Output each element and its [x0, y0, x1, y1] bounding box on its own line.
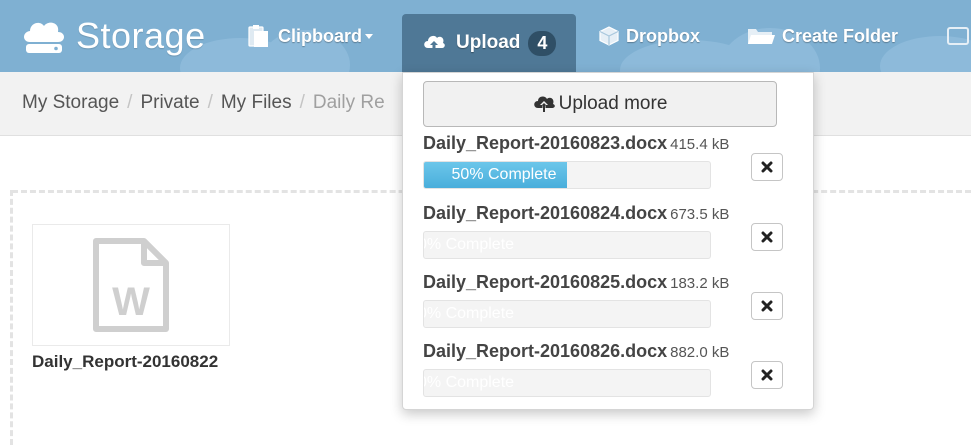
svg-text:W: W [112, 280, 150, 324]
clipboard-icon [248, 25, 268, 47]
brand-name: Storage [76, 15, 206, 56]
top-bar: Storage Clipboard Upload 4 Dropbox Creat… [0, 0, 971, 72]
progress-label: 0% Complete [423, 374, 515, 391]
nav-clipboard[interactable]: Clipboard [246, 22, 373, 50]
nav-create-folder-label: Create Folder [782, 25, 899, 46]
storage-cloud-icon [24, 22, 64, 53]
cloud-upload-icon [533, 96, 555, 112]
upload-more-button[interactable]: Upload more [423, 81, 777, 127]
remove-upload-button[interactable] [751, 223, 783, 251]
progress-label: 0% Complete [423, 305, 515, 322]
remove-upload-button[interactable] [751, 153, 783, 181]
breadcrumb-my-files[interactable]: My Files [221, 92, 292, 113]
drop-zone-border-left [10, 190, 13, 445]
upload-item-size: 673.5 kB [670, 206, 730, 223]
upload-item-name: Daily_Report-20160824.docx [423, 203, 668, 223]
upload-item-size: 183.2 kB [670, 275, 730, 292]
upload-item: Daily_Report-20160826.docx 882.0 kB 0% Co… [423, 341, 793, 403]
breadcrumb-private[interactable]: Private [140, 92, 199, 113]
dropbox-cube-icon [599, 26, 619, 46]
remove-upload-button[interactable] [751, 361, 783, 389]
breadcrumb-my-storage[interactable]: My Storage [22, 92, 119, 113]
file-thumbnail[interactable]: W [32, 224, 230, 346]
upload-item-size: 882.0 kB [670, 344, 730, 361]
upload-count-badge: 4 [528, 30, 557, 56]
breadcrumb-separator: / [127, 92, 133, 113]
upload-progress-bar: 50% Complete [423, 161, 711, 189]
upload-item: Daily_Report-20160825.docx 183.2 kB 0% Co… [423, 272, 793, 334]
nav-dropbox[interactable]: Dropbox [598, 22, 700, 50]
nav-clipboard-label: Clipboard [278, 25, 362, 46]
close-icon [761, 231, 773, 243]
upload-progress-bar: 0% Complete [423, 369, 711, 397]
breadcrumb-current: Daily Re [312, 92, 385, 113]
nav-more[interactable] [946, 22, 971, 50]
upload-progress-bar: 0% Complete [423, 300, 711, 328]
word-document-icon: W [93, 238, 169, 332]
chevron-down-icon [365, 33, 373, 39]
file-name[interactable]: Daily_Report-20160822 [32, 352, 218, 372]
brand-logo[interactable]: Storage [20, 14, 206, 58]
nav-upload[interactable]: Upload 4 [402, 14, 576, 72]
upload-more-label: Upload more [558, 93, 668, 114]
breadcrumb-separator: / [207, 92, 213, 113]
upload-dropdown: Upload more Daily_Report-20160823.docx 41… [402, 72, 814, 410]
folder-icon [748, 29, 775, 44]
progress-label: 50% Complete [451, 166, 557, 183]
upload-item: Daily_Report-20160824.docx 673.5 kB 0% Co… [423, 203, 793, 265]
close-icon [761, 300, 773, 312]
image-icon [947, 27, 969, 45]
upload-item-name: Daily_Report-20160823.docx [423, 133, 668, 153]
upload-item-name: Daily_Report-20160825.docx [423, 272, 668, 292]
cloud-upload-icon [424, 35, 445, 51]
progress-label: 0% Complete [423, 236, 515, 253]
upload-item-name: Daily_Report-20160826.docx [423, 341, 668, 361]
remove-upload-button[interactable] [751, 292, 783, 320]
upload-item: Daily_Report-20160823.docx 415.4 kB 50% C… [423, 133, 793, 195]
close-icon [761, 161, 773, 173]
breadcrumb-separator: / [299, 92, 305, 113]
breadcrumb: My Storage / Private / My Files / Daily Re [22, 92, 402, 114]
nav-dropbox-label: Dropbox [626, 25, 700, 46]
nav-create-folder[interactable]: Create Folder [746, 22, 898, 50]
close-icon [761, 369, 773, 381]
nav-upload-label: Upload [456, 32, 521, 53]
upload-item-size: 415.4 kB [670, 136, 730, 153]
upload-progress-bar: 0% Complete [423, 231, 711, 259]
